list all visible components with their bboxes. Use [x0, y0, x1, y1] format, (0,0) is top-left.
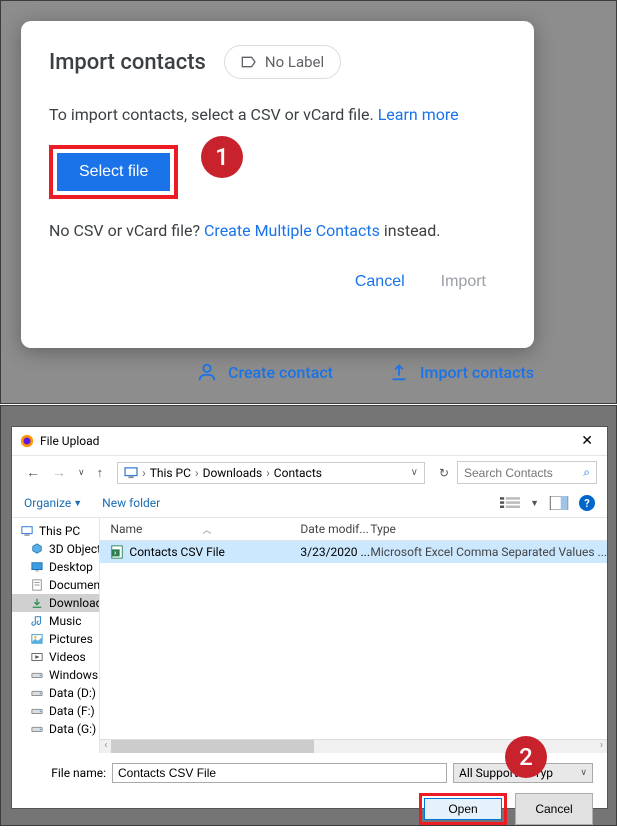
learn-more-link[interactable]: Learn more	[378, 105, 459, 124]
firefox-icon	[20, 434, 34, 448]
tree-item-videos[interactable]: Videos	[12, 648, 99, 666]
path-segment[interactable]: This PC	[150, 466, 191, 480]
filename-label: File name:	[26, 766, 106, 780]
excel-file-icon: x	[110, 545, 124, 559]
downloads-icon	[30, 597, 44, 609]
file-name: Contacts CSV File	[129, 545, 225, 559]
cancel-button[interactable]: Cancel	[515, 793, 593, 825]
drive-icon	[30, 723, 44, 735]
import-button: Import	[441, 273, 486, 291]
desktop-icon	[30, 561, 44, 573]
tree-item-windows-c-[interactable]: Windows (C:)	[12, 666, 99, 684]
file-upload-dialog: File Upload ✕ ← → ∨ ↑ › This PC › Downlo…	[11, 426, 608, 809]
tree-item-data-g-[interactable]: Data (G:)	[12, 720, 99, 738]
bg-actions: Create contact Import contacts	[196, 361, 534, 383]
no-csv-text: No CSV or vCard file? Create Multiple Co…	[49, 219, 506, 243]
pc-icon	[124, 467, 138, 479]
cancel-button[interactable]: Cancel	[355, 273, 405, 291]
music-icon	[30, 615, 44, 627]
import-contacts-button[interactable]: Import contacts	[388, 361, 534, 383]
search-input[interactable]	[464, 466, 579, 480]
create-multiple-link[interactable]: Create Multiple Contacts	[204, 221, 380, 240]
label-icon	[241, 56, 257, 68]
file-dialog-title: File Upload	[40, 434, 575, 448]
organize-menu[interactable]: Organize	[24, 496, 71, 510]
dialog-title: Import contacts	[49, 50, 206, 75]
pictures-icon	[30, 633, 44, 645]
select-file-highlight: Select file	[49, 145, 178, 199]
drive-icon	[30, 687, 44, 699]
file-dialog-toolbar: Organize ▼ New folder ▼ ?	[12, 489, 607, 518]
path-segment[interactable]: Downloads	[203, 466, 263, 480]
step-badge-2: 2	[505, 736, 547, 778]
drive-icon	[30, 705, 44, 717]
file-dialog-nav: ← → ∨ ↑ › This PC › Downloads › Contacts…	[12, 456, 607, 489]
upload-icon	[388, 361, 410, 383]
docs-icon	[30, 579, 44, 591]
file-row[interactable]: x Contacts CSV File 3/23/2020 ... Micros…	[100, 541, 607, 563]
import-contacts-dialog: Import contacts No Label To import conta…	[21, 21, 534, 348]
scrollbar-thumb[interactable]	[111, 740, 314, 753]
open-button-highlight: Open	[419, 793, 507, 825]
select-file-button[interactable]: Select file	[57, 153, 170, 191]
path-bar[interactable]: › This PC › Downloads › Contacts ∨	[117, 462, 425, 484]
preview-pane-icon[interactable]	[549, 496, 569, 510]
view-list-icon[interactable]	[500, 496, 520, 510]
videos-icon	[30, 651, 44, 663]
forward-button[interactable]: →	[48, 462, 70, 483]
help-icon[interactable]: ?	[579, 495, 595, 511]
recent-dropdown[interactable]: ∨	[74, 466, 89, 480]
svg-text:x: x	[114, 551, 117, 557]
no-label-text: No Label	[265, 53, 324, 71]
filename-input[interactable]	[112, 763, 447, 783]
tree-item-pictures[interactable]: Pictures	[12, 630, 99, 648]
create-contact-button[interactable]: Create contact	[196, 361, 333, 383]
path-dropdown-icon[interactable]: ∨	[411, 467, 418, 478]
instruction-text: To import contacts, select a CSV or vCar…	[49, 103, 506, 127]
sort-indicator-icon: ︿	[202, 526, 211, 536]
tree-item-desktop[interactable]: Desktop	[12, 558, 99, 576]
pc-icon	[20, 525, 34, 537]
tree-item-data-f-[interactable]: Data (F:)	[12, 702, 99, 720]
no-label-chip[interactable]: No Label	[224, 45, 341, 79]
tree-item-this-pc[interactable]: This PC	[12, 522, 99, 540]
step-badge-1: 1	[201, 136, 243, 178]
search-icon: ⌕	[583, 465, 590, 480]
tree-item-music[interactable]: Music	[12, 612, 99, 630]
tree-item-3d-objects[interactable]: 3D Objects	[12, 540, 99, 558]
refresh-button[interactable]: ↻	[435, 464, 453, 482]
file-date: 3/23/2020 ...	[300, 545, 370, 559]
new-folder-button[interactable]: New folder	[102, 496, 160, 510]
column-headers[interactable]: Name︿ Date modif... Type	[100, 518, 607, 541]
search-box[interactable]: ⌕	[457, 461, 597, 484]
chevron-down-icon: ∨	[580, 768, 587, 778]
tree-item-documents[interactable]: Documents	[12, 576, 99, 594]
open-button[interactable]: Open	[424, 798, 502, 820]
3d-icon	[30, 543, 44, 555]
tree-item-data-d-[interactable]: Data (D:)	[12, 684, 99, 702]
drive-icon	[30, 669, 44, 681]
path-segment[interactable]: Contacts	[274, 466, 322, 480]
organize-dropdown-icon[interactable]: ▼	[73, 498, 82, 509]
contacts-screen-bg: Import contacts No Label To import conta…	[0, 0, 617, 404]
up-button[interactable]: ↑	[93, 463, 108, 483]
folder-tree[interactable]: This PC3D ObjectsDesktopDocumentsDownloa…	[12, 518, 100, 753]
file-type: Microsoft Excel Comma Separated Values .…	[370, 545, 607, 559]
tree-item-downloads[interactable]: Downloads	[12, 594, 99, 612]
back-button[interactable]: ←	[22, 462, 44, 483]
file-upload-screen-bg: File Upload ✕ ← → ∨ ↑ › This PC › Downlo…	[0, 405, 617, 826]
close-icon[interactable]: ✕	[575, 433, 599, 449]
view-dropdown-icon[interactable]: ▼	[530, 498, 539, 509]
file-dialog-titlebar: File Upload ✕	[12, 427, 607, 456]
person-icon	[196, 361, 218, 383]
file-list: Name︿ Date modif... Type x Contacts CSV …	[100, 518, 607, 753]
